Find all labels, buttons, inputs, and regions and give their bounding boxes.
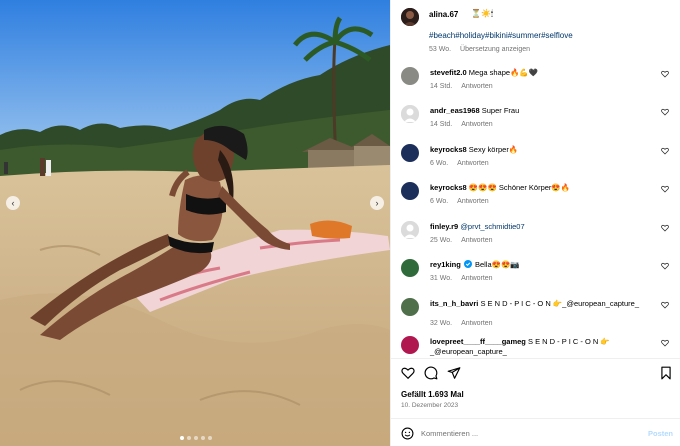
commenter-username[interactable]: its_n_h_bavri	[430, 299, 478, 308]
carousel-dot	[201, 436, 205, 440]
commenter-username[interactable]: keyrocks8	[430, 183, 467, 192]
commenter-avatar[interactable]	[401, 67, 419, 85]
commenter-avatar[interactable]	[401, 105, 419, 123]
comment-age: 14 Std.	[430, 83, 453, 90]
comment-age: 6 Wo.	[430, 160, 449, 167]
commenter-avatar[interactable]	[401, 336, 419, 354]
reply-button[interactable]: Antworten	[457, 198, 489, 205]
post-date: 10. Dezember 2023	[401, 402, 459, 409]
comment-age: 31 Wo.	[430, 275, 453, 282]
add-comment-bar: Posten	[391, 418, 680, 446]
comment-text: finley.r9 @prvt_schmidtie07	[430, 222, 652, 232]
comment-body: S E N D - P I C - O N 👉_@european_captur…	[480, 299, 640, 308]
carousel-indicator	[180, 436, 212, 440]
comment-text: keyrocks8 😍😍😍 Schöner Körper😍🔥	[430, 183, 652, 193]
caption-emojis: ⏳☀️🕯	[471, 9, 494, 18]
commenter-avatar[interactable]	[401, 259, 419, 277]
comment-text: keyrocks8 Sexy körper🔥	[430, 145, 652, 155]
verified-badge-icon	[463, 260, 472, 268]
comment-item: finley.r9 @prvt_schmidtie07 25 Wo. Antwort…	[401, 220, 671, 254]
comment-body: Sexy körper🔥	[468, 145, 519, 154]
heart-icon[interactable]	[401, 366, 415, 380]
commenter-avatar[interactable]	[401, 298, 419, 316]
comment-like-heart-icon[interactable]	[661, 224, 669, 232]
comment-body: Super Frau	[481, 106, 520, 115]
caption-hashtags[interactable]: #beach#holiday#bikini#summer#selflove	[429, 31, 573, 40]
beach-photo	[0, 0, 390, 446]
caption-age: 53 Wo.	[429, 46, 452, 53]
reply-button[interactable]: Antworten	[461, 275, 493, 282]
share-icon[interactable]	[447, 366, 461, 380]
comment-like-heart-icon[interactable]	[661, 70, 669, 78]
comment-text: andr_eas1968 Super Frau	[430, 106, 652, 116]
commenter-username[interactable]: lovepreet____ff____gameg	[430, 337, 526, 346]
carousel-dot	[194, 436, 198, 440]
reply-button[interactable]: Antworten	[461, 121, 493, 128]
reply-button[interactable]: Antworten	[461, 237, 493, 244]
comment-body: Mega shape🔥💪🖤	[468, 68, 539, 77]
comment-body[interactable]: @prvt_schmidtie07	[460, 222, 524, 231]
comment-text: rey1king Bella😍😍📷	[430, 260, 652, 270]
comment-meta: 14 Std. Antworten	[430, 121, 493, 128]
comment-like-heart-icon[interactable]	[661, 339, 669, 347]
comment-item: its_n_h_bavri S E N D - P I C - O N 👉_@e…	[401, 297, 671, 331]
instagram-post-view: ‹ › alina.67 ⏳☀️🕯 #beach#holiday#bikini#…	[0, 0, 680, 446]
comment-like-heart-icon[interactable]	[661, 108, 669, 116]
comment-icon[interactable]	[424, 366, 438, 380]
comment-like-heart-icon[interactable]	[661, 147, 669, 155]
comment-body: 😍😍😍 Schöner Körper😍🔥	[468, 183, 571, 192]
post-image[interactable]: ‹ ›	[0, 0, 390, 446]
post-comment-button[interactable]: Posten	[648, 429, 673, 438]
translate-link[interactable]: Übersetzung anzeigen	[460, 46, 530, 53]
comment-meta: 25 Wo. Antworten	[430, 237, 493, 244]
reply-button[interactable]: Antworten	[457, 160, 489, 167]
comment-age: 25 Wo.	[430, 237, 453, 244]
like-count[interactable]: Gefällt 1.693 Mal	[401, 390, 464, 399]
chevron-right-icon[interactable]: ›	[370, 196, 384, 210]
carousel-dot	[208, 436, 212, 440]
emoji-icon[interactable]	[401, 427, 414, 440]
commenter-username[interactable]: finley.r9	[430, 222, 458, 231]
comment-input[interactable]	[421, 425, 621, 441]
commenter-username[interactable]: stevefit2.0	[430, 68, 467, 77]
comment-like-heart-icon[interactable]	[661, 262, 669, 270]
comment-age: 6 Wo.	[430, 198, 449, 205]
commenter-avatar[interactable]	[401, 221, 419, 239]
reply-button[interactable]: Antworten	[461, 320, 493, 327]
comments-panel: alina.67 ⏳☀️🕯 #beach#holiday#bikini#summ…	[390, 0, 680, 446]
commenter-avatar[interactable]	[401, 182, 419, 200]
comment-body: Bella😍😍📷	[474, 260, 520, 269]
carousel-dot	[180, 436, 184, 440]
comment-item: stevefit2.0 Mega shape🔥💪🖤 14 Std. Antworte…	[401, 66, 671, 100]
comment-meta: 31 Wo. Antworten	[430, 275, 493, 282]
comment-like-heart-icon[interactable]	[661, 301, 669, 309]
comment-meta: 32 Wo. Antworten	[430, 320, 493, 327]
comment-item: keyrocks8 😍😍😍 Schöner Körper😍🔥 6 Wo. Antwo…	[401, 181, 671, 215]
comment-text: its_n_h_bavri S E N D - P I C - O N 👉_@e…	[430, 299, 652, 309]
action-bar: Gefällt 1.693 Mal 10. Dezember 2023 Post…	[391, 358, 680, 446]
comment-item: rey1king Bella😍😍📷 31 Wo. Antworten	[401, 258, 671, 292]
comment-like-heart-icon[interactable]	[661, 185, 669, 193]
comment-age: 32 Wo.	[430, 320, 453, 327]
commenter-username[interactable]: rey1king	[430, 260, 461, 269]
comment-age: 14 Std.	[430, 121, 453, 128]
reply-button[interactable]: Antworten	[461, 83, 493, 90]
comment-text: lovepreet____ff____gameg S E N D - P I C…	[430, 337, 652, 357]
comment-item: keyrocks8 Sexy körper🔥 6 Wo. Antworten	[401, 143, 671, 177]
author-username[interactable]: alina.67	[429, 10, 458, 19]
bookmark-icon[interactable]	[659, 366, 673, 380]
carousel-dot	[187, 436, 191, 440]
chevron-left-icon[interactable]: ‹	[6, 196, 20, 210]
commenter-username[interactable]: keyrocks8	[430, 145, 467, 154]
comment-item: andr_eas1968 Super Frau 14 Std. Antworten	[401, 104, 671, 138]
comment-meta: 6 Wo. Antworten	[430, 198, 489, 205]
commenter-username[interactable]: andr_eas1968	[430, 106, 480, 115]
comment-text: stevefit2.0 Mega shape🔥💪🖤	[430, 68, 652, 78]
caption-meta: 53 Wo. Übersetzung anzeigen	[429, 46, 530, 53]
comment-meta: 6 Wo. Antworten	[430, 160, 489, 167]
commenter-avatar[interactable]	[401, 144, 419, 162]
comment-meta: 14 Std. Antworten	[430, 83, 493, 90]
author-avatar[interactable]	[401, 8, 419, 26]
